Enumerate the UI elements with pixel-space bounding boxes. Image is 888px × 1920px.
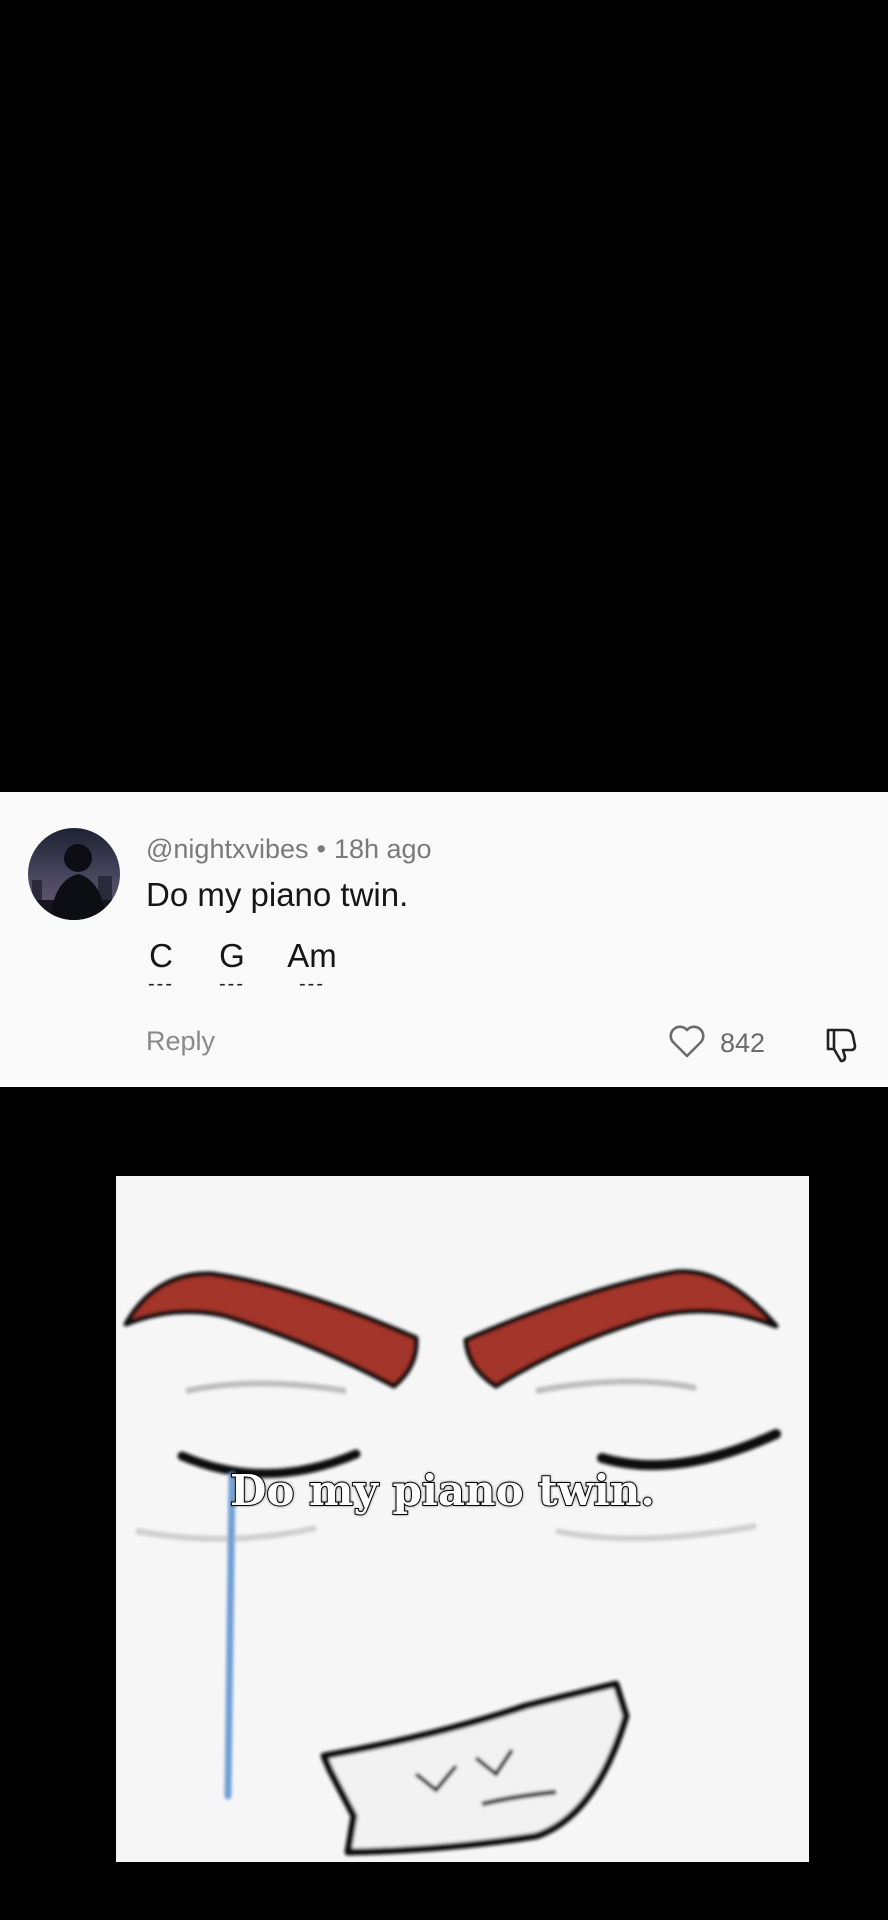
meta-separator: •	[316, 834, 326, 864]
username[interactable]: @nightxvibes	[146, 834, 309, 864]
meme-image: Do my piano twin.	[116, 1176, 809, 1862]
timestamp: 18h ago	[333, 834, 432, 864]
top-black-area	[0, 0, 888, 792]
chord-list: C --- G --- Am ---	[146, 937, 406, 995]
comment-text: Do my piano twin.	[146, 876, 409, 913]
chord-dashes: ---	[219, 973, 245, 995]
chord-name: G	[219, 937, 245, 974]
comment-meta: @nightxvibes • 18h ago	[146, 834, 432, 865]
dislike-button[interactable]	[822, 1026, 860, 1069]
heart-icon[interactable]	[668, 1024, 706, 1063]
reply-button[interactable]: Reply	[146, 1026, 215, 1057]
chord-dashes: ---	[299, 973, 325, 995]
like-count: 842	[720, 1028, 766, 1058]
chord-name: Am	[287, 937, 337, 974]
angry-face-illustration	[116, 1176, 809, 1862]
chord-dashes: ---	[148, 973, 174, 995]
chord-name: C	[149, 937, 173, 974]
like-button[interactable]: 842	[668, 1024, 765, 1063]
meme-caption: Do my piano twin.	[229, 1465, 656, 1516]
comment-card: @nightxvibes • 18h ago Do my piano twin. C…	[0, 792, 888, 1087]
avatar[interactable]	[28, 828, 120, 920]
chord: G ---	[216, 937, 248, 995]
thumbs-down-icon[interactable]	[822, 1028, 860, 1068]
chord: C ---	[146, 937, 176, 995]
chord: Am ---	[284, 937, 340, 995]
